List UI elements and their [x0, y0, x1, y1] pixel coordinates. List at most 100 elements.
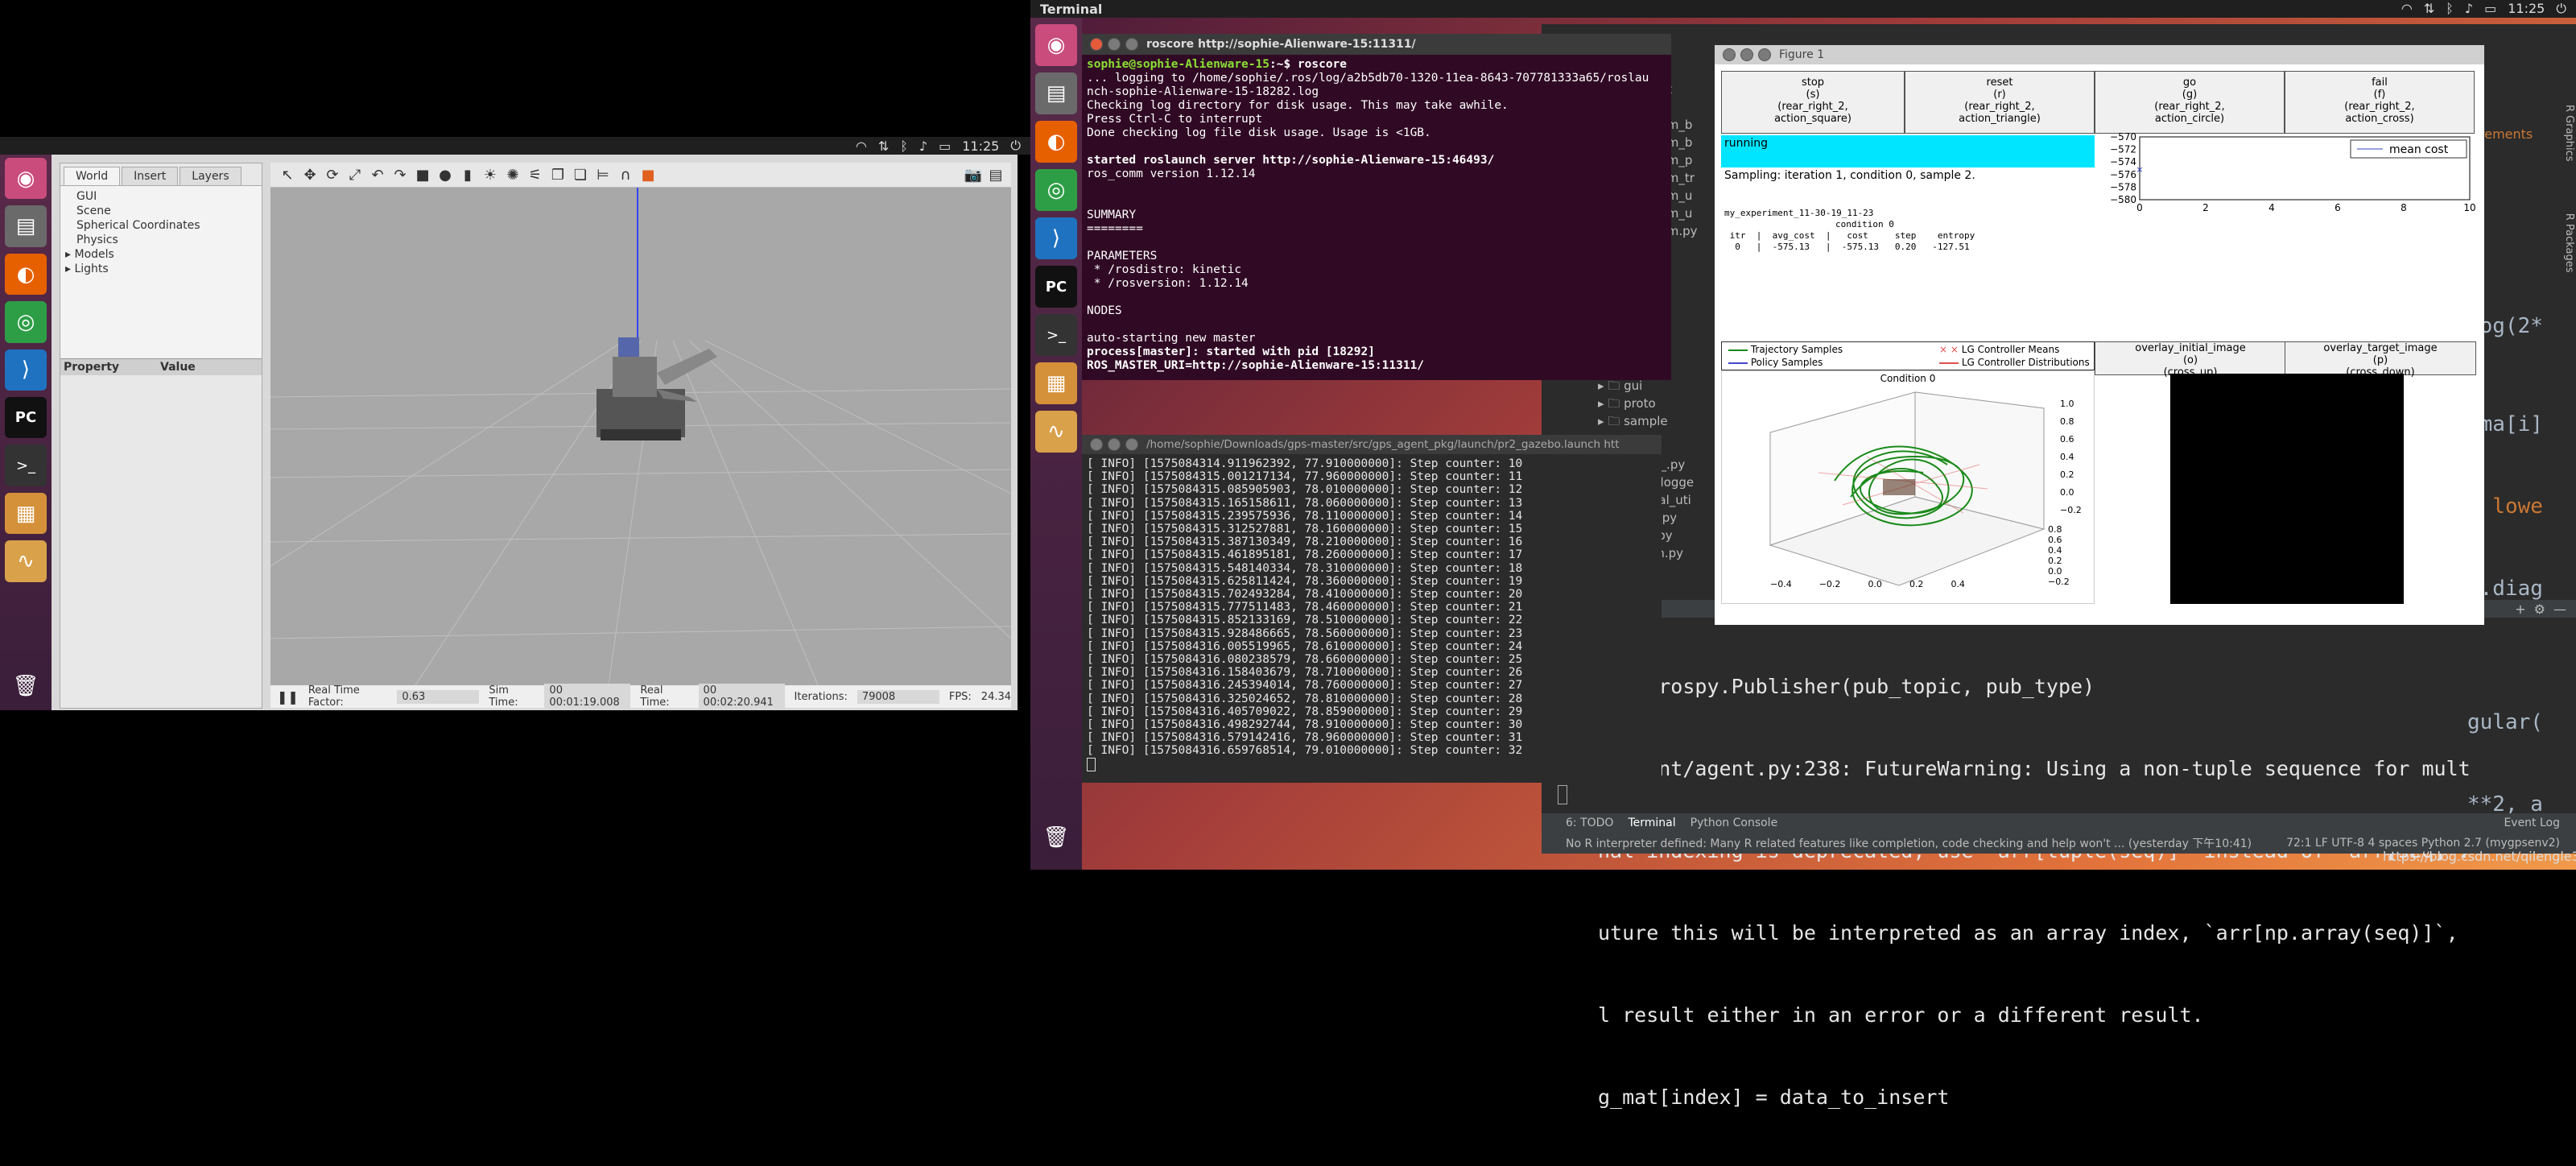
- redo-icon[interactable]: ↷: [391, 166, 409, 184]
- volume-icon[interactable]: ♪: [919, 139, 927, 154]
- files-icon[interactable]: ▤: [5, 205, 47, 247]
- minimize-icon[interactable]: [1108, 438, 1121, 451]
- scale-icon[interactable]: ⤢: [346, 166, 364, 184]
- rotate-icon[interactable]: ⟳: [324, 166, 341, 184]
- screenshot-icon[interactable]: 📷: [964, 166, 982, 184]
- trash-icon[interactable]: 🗑: [5, 666, 47, 707]
- files-icon[interactable]: ▤: [1035, 72, 1077, 114]
- power-icon[interactable]: ⏻: [2556, 1, 2566, 17]
- battery-icon[interactable]: ▭: [939, 139, 951, 154]
- wifi-icon[interactable]: ◠: [2401, 1, 2413, 17]
- roscore-output[interactable]: sophie@sophie-Alienware-15:~$ roscore ..…: [1082, 55, 1671, 380]
- roscore-titlebar[interactable]: roscore http://sophie-Alienware-15:11311…: [1082, 34, 1671, 55]
- folder-sample[interactable]: ▸ 🗀 sample: [1598, 412, 1668, 430]
- figure-titlebar[interactable]: Figure 1: [1715, 45, 2484, 64]
- event-log-tab[interactable]: Event Log: [2504, 817, 2560, 829]
- plot3d-panel[interactable]: Condition 0 −0.4 −0.2 0.0 0.2 0.4 −0.2 0.0 0.2…: [1721, 370, 2095, 604]
- tree-item-gui[interactable]: GUI: [60, 189, 262, 204]
- gazebo-viewport[interactable]: ↖ ✥ ⟳ ⤢ ↶ ↷ ■ ● ▮ ☀ ✺ ⚟ ❐ ❏ ⊨ ∩ ■ 📷 ▤ ❚❚…: [270, 163, 1011, 709]
- tree-item-scene[interactable]: Scene: [60, 204, 262, 218]
- point-light-icon[interactable]: ✺: [504, 166, 522, 184]
- pause-icon[interactable]: ❚❚: [277, 689, 299, 705]
- volume-icon[interactable]: ♪: [2465, 1, 2473, 17]
- tree-item-lights[interactable]: ▸ Lights: [60, 262, 262, 276]
- bluetooth-icon[interactable]: ᛒ: [2446, 1, 2454, 17]
- run-console[interactable]: ub = rospy.Publisher(pub_topic, pub_type…: [1598, 618, 2572, 1166]
- scene-3d[interactable]: [270, 188, 1011, 685]
- chrome-icon[interactable]: ◎: [5, 301, 47, 343]
- select-arrow-icon[interactable]: ↖: [279, 166, 296, 184]
- oscilloscope-icon[interactable]: ∿: [5, 540, 47, 582]
- reset-button[interactable]: reset (r) (rear_right_2, action_triangle): [1905, 71, 2095, 134]
- launch-titlebar[interactable]: /home/sophie/Downloads/gps-master/src/gp…: [1082, 435, 1662, 454]
- stop-button[interactable]: stop (s) (rear_right_2, action_square): [1721, 71, 1905, 134]
- r-graphics-tab[interactable]: R Graphics: [2563, 105, 2575, 162]
- expand-arrow-icon[interactable]: ▸: [65, 248, 74, 261]
- vscode-icon[interactable]: ⟩: [1035, 217, 1077, 259]
- expand-arrow-icon[interactable]: ▸: [65, 263, 74, 275]
- translate-icon[interactable]: ✥: [301, 166, 319, 184]
- firefox-icon[interactable]: ◐: [1035, 121, 1077, 163]
- undo-icon[interactable]: ↶: [369, 166, 386, 184]
- pr2-robot[interactable]: [597, 337, 717, 440]
- todo-tab[interactable]: 6: TODO: [1566, 817, 1613, 829]
- minimize-icon[interactable]: —: [2553, 602, 2566, 617]
- maximize-icon[interactable]: [1125, 38, 1138, 51]
- cylinder-shape-icon[interactable]: ▮: [459, 166, 477, 184]
- tree-item-physics[interactable]: Physics: [60, 233, 262, 247]
- paste-icon[interactable]: ❏: [572, 166, 589, 184]
- terminal-tab[interactable]: Terminal: [1628, 817, 1675, 829]
- power-icon[interactable]: ⏻: [1010, 138, 1021, 154]
- ubuntu-icon[interactable]: ◉: [1035, 24, 1077, 66]
- go-button[interactable]: go (g) (rear_right_2, action_circle): [2095, 71, 2285, 134]
- ubuntu-icon[interactable]: ◉: [5, 158, 47, 200]
- folder-proto[interactable]: ▸ 🗀 proto: [1598, 395, 1668, 412]
- close-icon[interactable]: [1723, 48, 1736, 61]
- maximize-icon[interactable]: [1125, 438, 1138, 451]
- r-packages-tab[interactable]: R Packages: [2563, 213, 2575, 273]
- left-clock[interactable]: 11:25: [962, 139, 999, 154]
- tab-layers[interactable]: Layers: [180, 167, 242, 185]
- copy-icon[interactable]: ❐: [549, 166, 567, 184]
- box-icon[interactable]: ▦: [1035, 362, 1077, 404]
- log-icon[interactable]: ▤: [987, 166, 1005, 184]
- wifi-icon[interactable]: ◠: [856, 139, 867, 154]
- firefox-icon[interactable]: ◐: [5, 253, 47, 296]
- terminal-icon[interactable]: >_: [1035, 314, 1077, 356]
- terminal-icon[interactable]: >_: [5, 444, 47, 486]
- overlay-target-button[interactable]: overlay_target_image (p) (cross_down): [2285, 341, 2476, 378]
- overlay-initial-button[interactable]: overlay_initial_image (o) (cross_up): [2095, 341, 2286, 378]
- network-icon[interactable]: ⇅: [2424, 1, 2434, 17]
- trash-icon[interactable]: 🗑: [1035, 817, 1077, 858]
- settings-icon[interactable]: ⚙: [2534, 602, 2545, 617]
- battery-icon[interactable]: ▭: [2484, 1, 2496, 17]
- close-icon[interactable]: [1090, 38, 1103, 51]
- oscilloscope-icon[interactable]: ∿: [1035, 411, 1077, 453]
- pycharm-icon[interactable]: PC: [1035, 266, 1077, 308]
- box-shape-icon[interactable]: ■: [414, 166, 431, 184]
- spot-light-icon[interactable]: ⚟: [526, 166, 544, 184]
- minimize-icon[interactable]: [1108, 38, 1121, 51]
- sun-light-icon[interactable]: ☀: [481, 166, 499, 184]
- sphere-shape-icon[interactable]: ●: [436, 166, 454, 184]
- box-icon[interactable]: ▦: [5, 492, 47, 535]
- vscode-icon[interactable]: ⟩: [5, 349, 47, 391]
- tab-world[interactable]: World: [64, 167, 121, 185]
- snap-icon[interactable]: ∩: [617, 166, 634, 184]
- python-console-tab[interactable]: Python Console: [1690, 817, 1778, 829]
- record-icon[interactable]: ■: [639, 166, 657, 184]
- tree-item-spherical[interactable]: Spherical Coordinates: [60, 218, 262, 233]
- minimize-icon[interactable]: [1740, 48, 1753, 61]
- tree-item-models[interactable]: ▸ Models: [60, 247, 262, 262]
- align-icon[interactable]: ⊨: [594, 166, 612, 184]
- network-icon[interactable]: ⇅: [878, 139, 889, 154]
- close-icon[interactable]: [1090, 438, 1103, 451]
- launch-output[interactable]: [ INFO] [1575084314.911962392, 77.910000…: [1082, 454, 1662, 783]
- add-icon[interactable]: +: [2515, 602, 2525, 617]
- bluetooth-icon[interactable]: ᛒ: [900, 139, 908, 154]
- maximize-icon[interactable]: [1758, 48, 1771, 61]
- tab-insert[interactable]: Insert: [122, 167, 179, 185]
- chrome-icon[interactable]: ◎: [1035, 169, 1077, 211]
- fail-button[interactable]: fail (f) (rear_right_2, action_cross): [2285, 71, 2475, 134]
- pycharm-icon[interactable]: PC: [5, 397, 47, 439]
